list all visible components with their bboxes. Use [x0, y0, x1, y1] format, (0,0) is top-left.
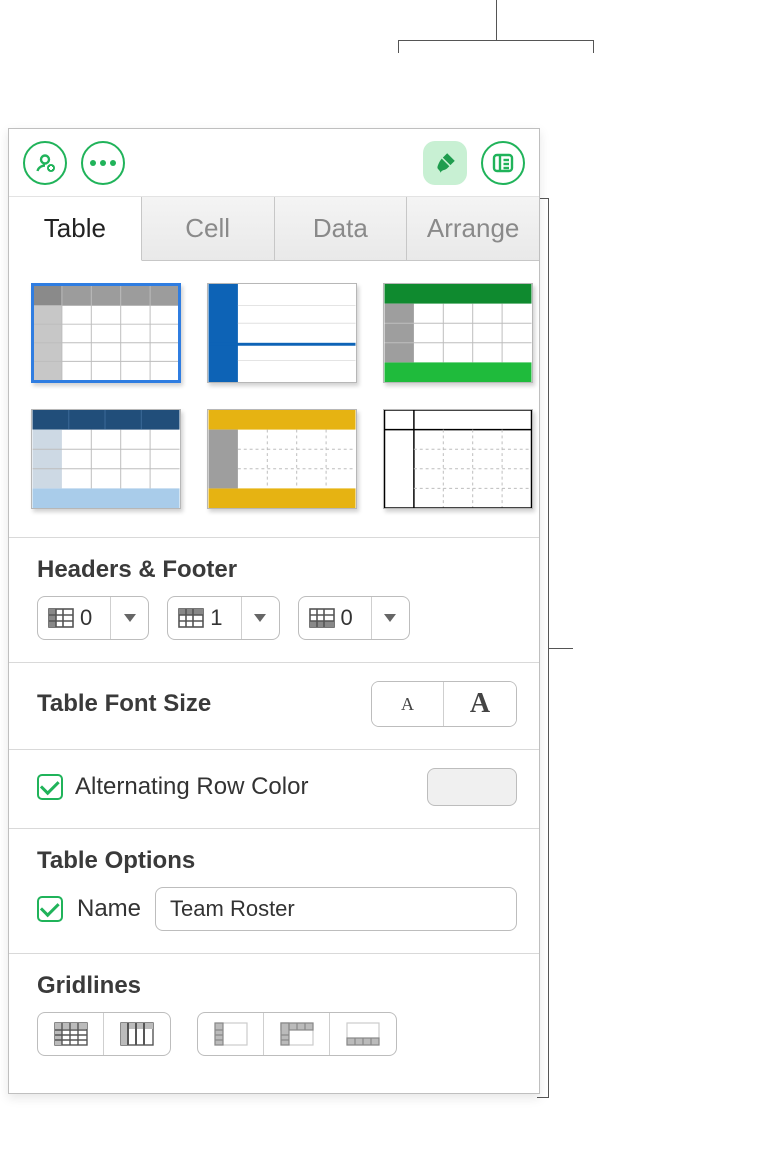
inspector-toolbar	[9, 129, 539, 197]
tab-cell[interactable]: Cell	[142, 197, 275, 260]
table-style-5[interactable]	[207, 409, 357, 509]
gridlines-title: Gridlines	[37, 972, 517, 1000]
alternating-row-label: Alternating Row Color	[75, 773, 308, 801]
font-size-section: Table Font Size A A	[9, 662, 539, 749]
chevron-down-icon	[384, 614, 396, 622]
gridlines-vertical-button[interactable]	[104, 1013, 170, 1055]
gridlines-footer-row-button[interactable]	[330, 1013, 396, 1055]
header-rows-icon	[178, 608, 204, 628]
table-options-title: Table Options	[37, 847, 517, 875]
font-size-increase-button[interactable]: A	[444, 682, 516, 726]
gridlines-header-segmented	[197, 1012, 397, 1056]
alternating-row-checkbox[interactable]	[37, 774, 63, 800]
table-name-checkbox[interactable]	[37, 896, 63, 922]
gridlines-horizontal-button[interactable]	[38, 1013, 104, 1055]
format-inspector-panel: Table Cell Data Arrange	[8, 128, 540, 1094]
chevron-down-icon	[124, 614, 136, 622]
callout-top-indicator	[398, 40, 594, 41]
tab-arrange[interactable]: Arrange	[407, 197, 539, 260]
header-rows-stepper[interactable]: 1	[167, 596, 279, 640]
header-columns-icon	[48, 608, 74, 628]
header-rows-value: 1	[210, 605, 232, 631]
footer-rows-value: 0	[341, 605, 363, 631]
tab-data[interactable]: Data	[275, 197, 408, 260]
collaborate-button[interactable]	[23, 141, 67, 185]
table-options-section: Table Options Name	[9, 828, 539, 953]
footer-rows-stepper[interactable]: 0	[298, 596, 410, 640]
table-style-1[interactable]	[31, 283, 181, 383]
organize-button[interactable]	[481, 141, 525, 185]
table-style-3[interactable]	[383, 283, 533, 383]
headers-footer-section: Headers & Footer 0	[9, 537, 539, 662]
gridlines-header-row-button[interactable]	[264, 1013, 330, 1055]
tab-table[interactable]: Table	[9, 197, 142, 261]
table-style-2[interactable]	[207, 283, 357, 383]
font-size-segmented: A A	[371, 681, 517, 727]
more-button[interactable]	[81, 141, 125, 185]
table-styles-grid	[9, 261, 539, 537]
header-columns-value: 0	[80, 605, 102, 631]
inspector-tabs: Table Cell Data Arrange	[9, 197, 539, 261]
table-style-6[interactable]	[383, 409, 533, 509]
callout-right-indicator	[548, 198, 549, 1098]
header-rows-dropdown[interactable]	[241, 597, 279, 639]
gridlines-header-col-button[interactable]	[198, 1013, 264, 1055]
table-name-label: Name	[77, 895, 141, 923]
gridlines-section: Gridlines	[9, 953, 539, 1078]
alternating-row-section: Alternating Row Color	[9, 749, 539, 828]
table-name-input[interactable]	[155, 887, 517, 931]
footer-rows-dropdown[interactable]	[371, 597, 409, 639]
inspector-scroll: Headers & Footer 0	[9, 261, 539, 1093]
more-icon	[90, 160, 116, 166]
font-size-label: Table Font Size	[37, 690, 211, 718]
gridlines-body-segmented	[37, 1012, 171, 1056]
header-columns-stepper[interactable]: 0	[37, 596, 149, 640]
chevron-down-icon	[254, 614, 266, 622]
footer-rows-icon	[309, 608, 335, 628]
font-size-decrease-button[interactable]: A	[372, 682, 444, 726]
headers-footer-title: Headers & Footer	[37, 556, 517, 584]
table-style-4[interactable]	[31, 409, 181, 509]
format-button[interactable]	[423, 141, 467, 185]
alternating-row-color-well[interactable]	[427, 768, 517, 806]
header-columns-dropdown[interactable]	[110, 597, 148, 639]
